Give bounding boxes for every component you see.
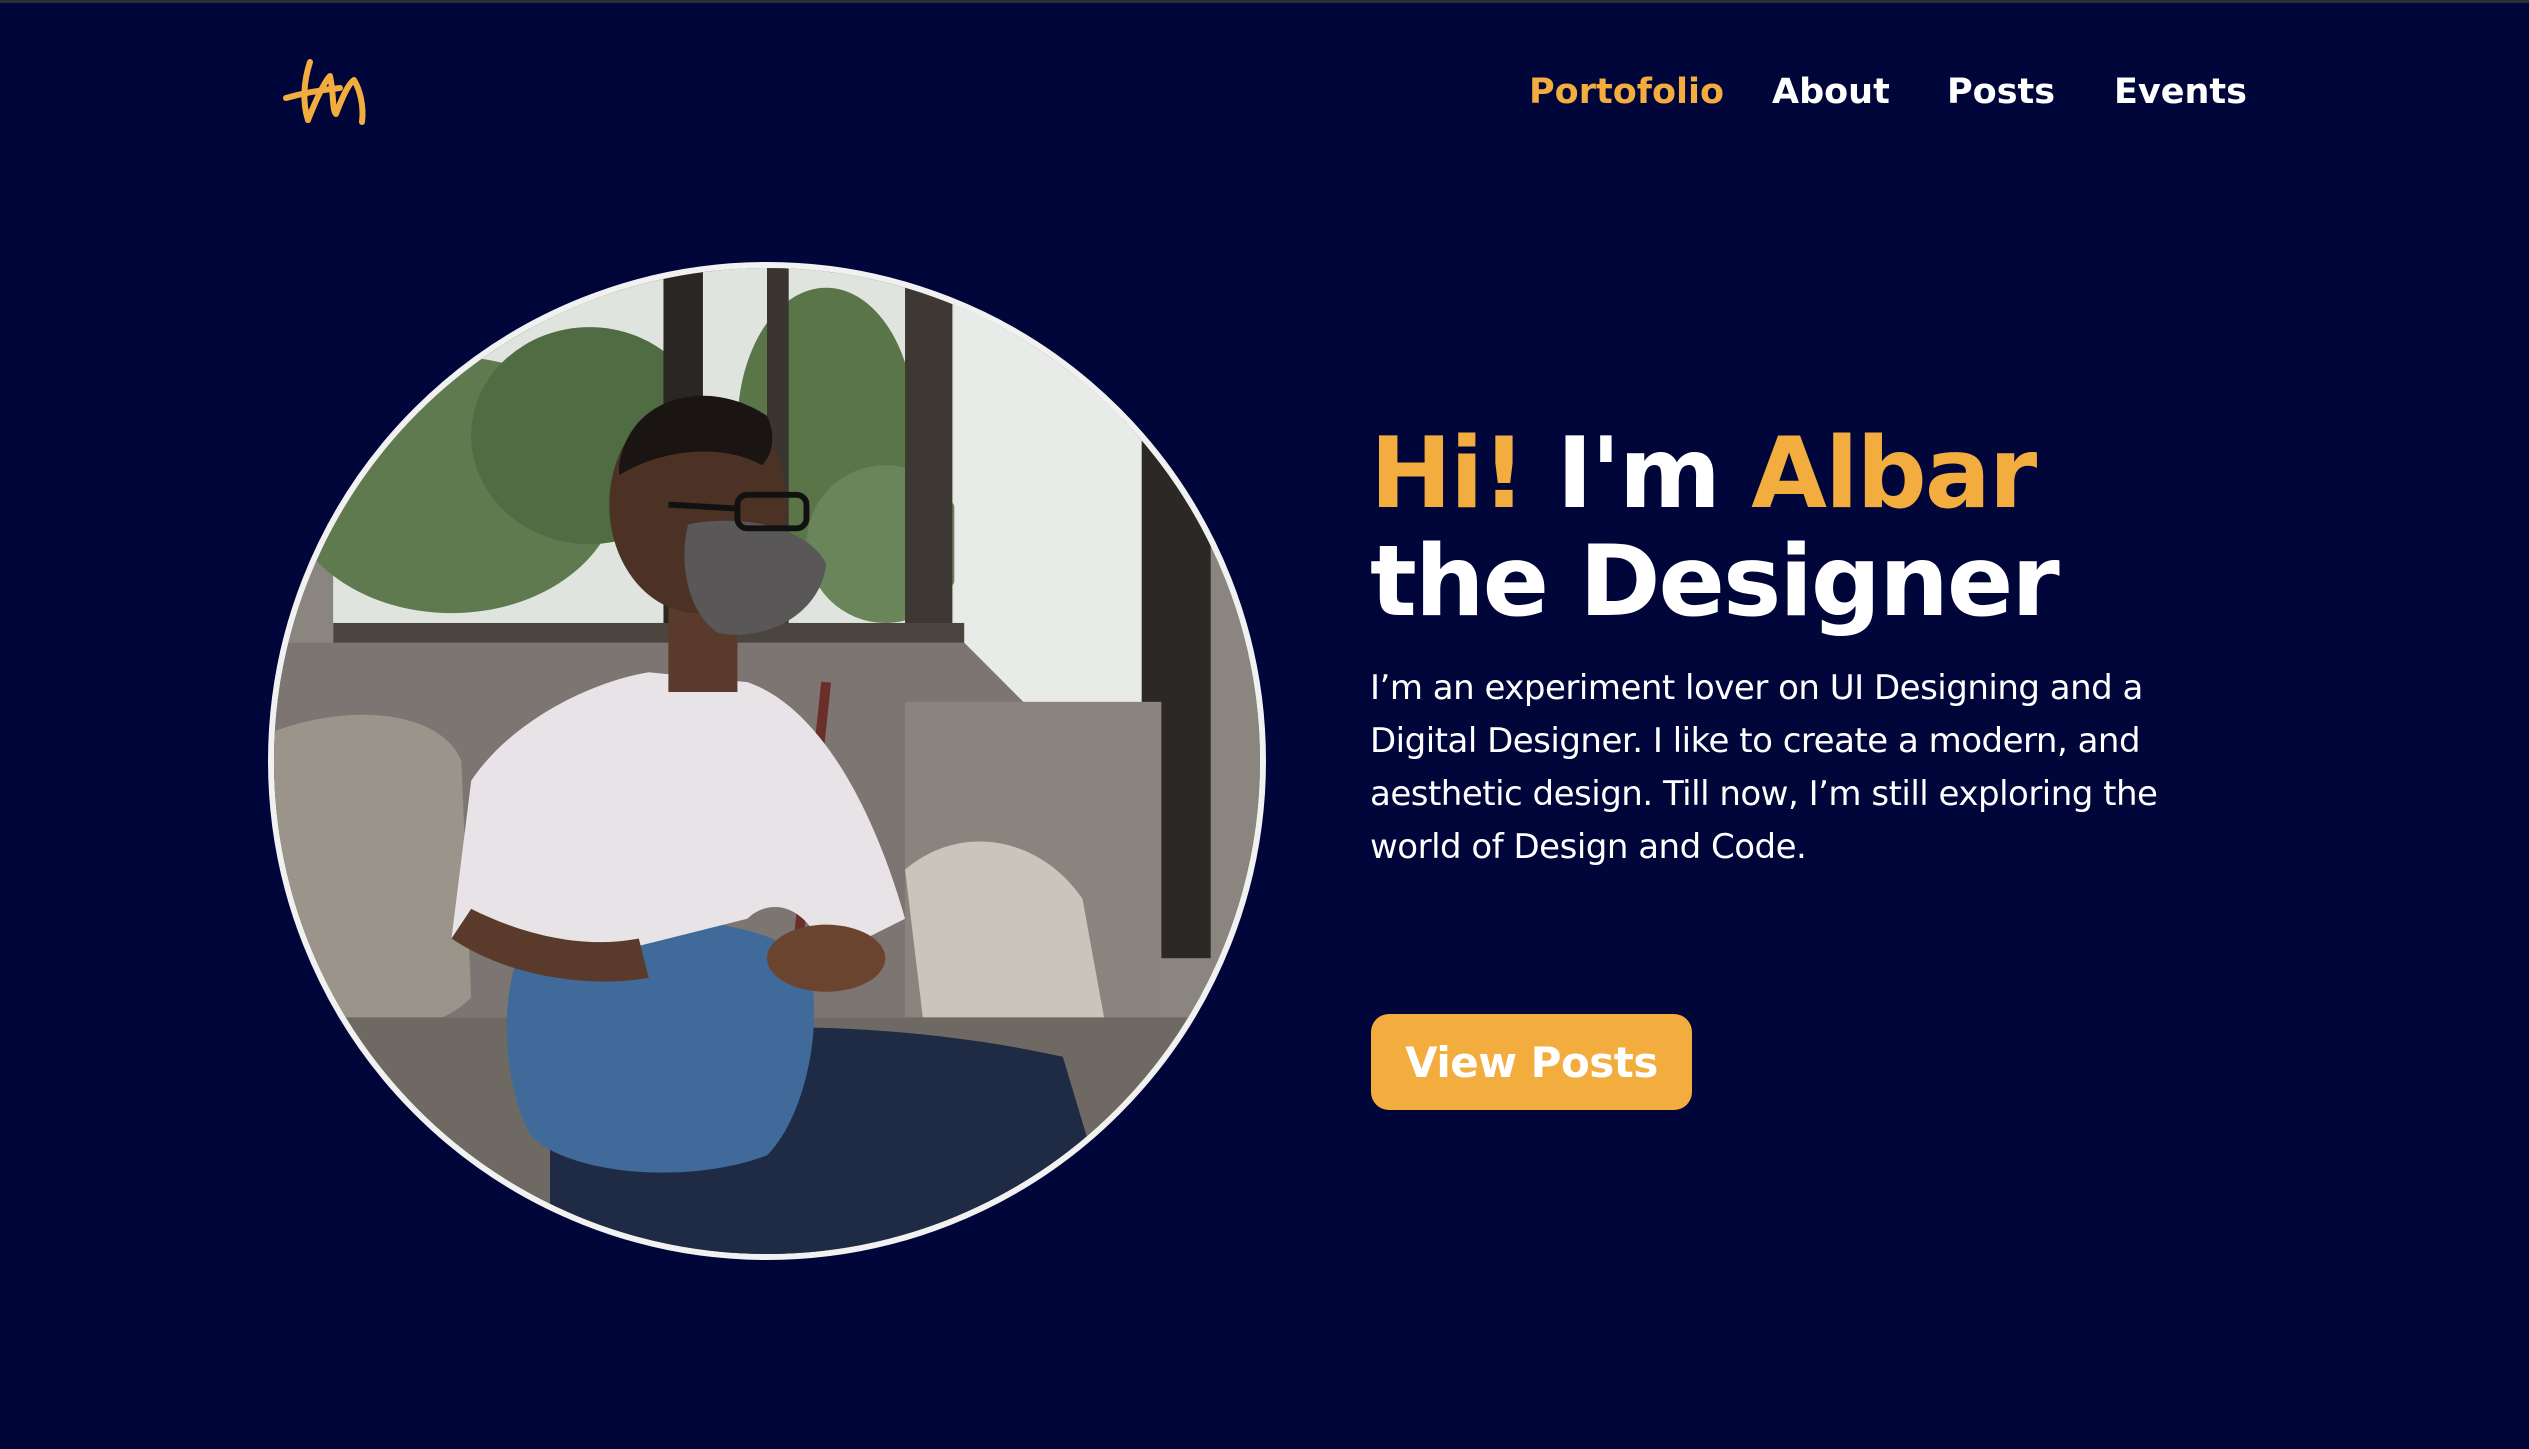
hero-role: the Designer xyxy=(1370,525,2060,639)
hero-title: Hi! I'm Albar the Designer xyxy=(1370,420,2370,636)
hero-intro: I'm xyxy=(1556,417,1721,531)
window-top-border xyxy=(0,0,2529,3)
main-nav: Portofolio About Posts Events xyxy=(0,62,2529,122)
nav-item-portofolio[interactable]: Portofolio xyxy=(1529,62,1724,122)
view-posts-button[interactable]: View Posts xyxy=(1371,1014,1692,1110)
hero-description: I’m an experiment lover on UI Designing … xyxy=(1370,668,2158,867)
nav-item-about[interactable]: About xyxy=(1772,62,1890,122)
nav-item-events[interactable]: Events xyxy=(2114,62,2247,122)
profile-photo xyxy=(268,262,1266,1260)
hero-greeting: Hi! xyxy=(1370,417,1526,531)
nav-item-posts[interactable]: Posts xyxy=(1947,62,2055,122)
hero-name: Albar xyxy=(1751,417,2037,531)
